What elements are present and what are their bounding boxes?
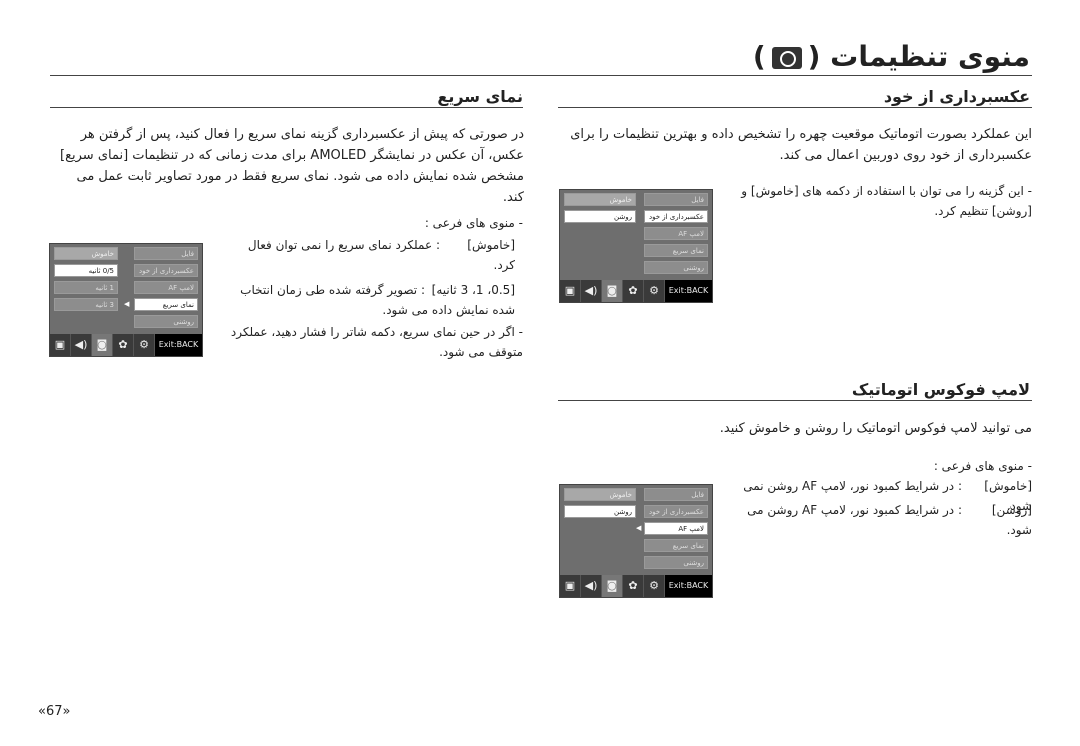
- title-divider: [50, 75, 1032, 76]
- camera-settings-icon[interactable]: ◙: [602, 575, 623, 597]
- divider: [558, 107, 1032, 108]
- display-icon[interactable]: ▣: [560, 280, 581, 302]
- page-title: منوی تنظیمات (): [753, 40, 1030, 73]
- exit-back-label[interactable]: Exit:BACK: [155, 334, 202, 356]
- sub-option[interactable]: خاموش: [54, 247, 118, 260]
- qv-submenu-label: - منوی های فرعی :: [424, 216, 523, 230]
- menu-item[interactable]: لامپ AF: [644, 227, 708, 240]
- menu-item[interactable]: نمای سریع: [644, 244, 708, 257]
- option-key: [خاموش]: [467, 238, 515, 252]
- menu-item[interactable]: عکسبرداری از خود: [644, 505, 708, 518]
- manual-page: { "page_title":"منوی تنظیمات (", "page_t…: [0, 0, 1080, 746]
- sub-option[interactable]: خاموش: [564, 193, 636, 206]
- option-key: [روشن]: [991, 503, 1032, 517]
- exit-back-label[interactable]: Exit:BACK: [665, 280, 712, 302]
- quick-view-note: - اگر در حین نمای سریع، دکمه شاتر را فشا…: [230, 325, 523, 359]
- gear-icon[interactable]: ⚙: [644, 280, 665, 302]
- qv-option-off: [خاموش]: عملکرد نمای سریع را نمی توان فع…: [225, 235, 515, 275]
- page-title-close: ): [752, 40, 766, 73]
- exit-back-label[interactable]: Exit:BACK: [665, 575, 712, 597]
- sound-icon[interactable]: ◀): [71, 334, 92, 356]
- effects-icon[interactable]: ✿: [623, 280, 644, 302]
- menu-item[interactable]: فایل: [644, 193, 708, 206]
- menu-item[interactable]: نمای سریع: [644, 539, 708, 552]
- effects-icon[interactable]: ✿: [623, 575, 644, 597]
- self-portrait-body: این عملکرد بصورت اتوماتیک موقعیت چهره را…: [570, 127, 1032, 163]
- sound-icon[interactable]: ◀): [581, 575, 602, 597]
- menu-item-selected[interactable]: عکسبرداری از خود: [644, 210, 708, 223]
- sub-option[interactable]: 1 ثانیه: [54, 281, 118, 294]
- af-submenu-label: - منوی های فرعی :: [933, 459, 1032, 473]
- menu-item[interactable]: روشنی: [644, 556, 708, 569]
- menu-item[interactable]: روشنی: [134, 315, 198, 328]
- camera-screen-af-lamp: خاموش روشن فایل عکسبرداری از خود ◀ لامپ …: [559, 484, 713, 598]
- menu-item[interactable]: روشنی: [644, 261, 708, 274]
- heading-quick-view: نمای سریع: [437, 87, 523, 106]
- menu-item[interactable]: فایل: [134, 247, 198, 260]
- camera-settings-icon: [771, 47, 802, 69]
- af-lamp-body: می توانید لامپ فوکوس اتوماتیک را روشن و …: [719, 421, 1032, 436]
- sub-option[interactable]: 3 ثانیه: [54, 298, 118, 311]
- camera-settings-icon[interactable]: ◙: [92, 334, 113, 356]
- screen-tab-bar: ▣ ◀) ◙ ✿ ⚙ Exit:BACK: [560, 280, 712, 302]
- screen-tab-bar: ▣ ◀) ◙ ✿ ⚙ Exit:BACK: [50, 334, 202, 356]
- sub-option-selected[interactable]: 0/5 ثانیه: [54, 264, 118, 277]
- menu-item-selected[interactable]: لامپ AF: [644, 522, 708, 535]
- heading-af-lamp: لامپ فوکوس اتوماتیک: [851, 380, 1030, 399]
- display-icon[interactable]: ▣: [560, 575, 581, 597]
- menu-item[interactable]: فایل: [644, 488, 708, 501]
- gear-icon[interactable]: ⚙: [644, 575, 665, 597]
- pointer-arrow-icon: ◀: [124, 300, 130, 308]
- self-portrait-note: - این گزینه را می توان با استفاده از دکم…: [741, 184, 1032, 218]
- option-key: [0.5، 1، 3 ثانیه]: [431, 283, 515, 297]
- option-key: [خاموش]: [984, 479, 1032, 493]
- effects-icon[interactable]: ✿: [113, 334, 134, 356]
- menu-item[interactable]: لامپ AF: [134, 281, 198, 294]
- camera-screen-quick-view: خاموش 0/5 ثانیه 1 ثانیه 3 ثانیه فایل عکس…: [49, 243, 203, 357]
- display-icon[interactable]: ▣: [50, 334, 71, 356]
- pointer-arrow-icon: ◀: [636, 524, 642, 532]
- menu-item[interactable]: عکسبرداری از خود: [134, 264, 198, 277]
- menu-item-selected[interactable]: نمای سریع: [134, 298, 198, 311]
- camera-settings-icon[interactable]: ◙: [602, 280, 623, 302]
- qv-option-times: [0.5، 1، 3 ثانیه]: تصویر گرفته شده طی زم…: [225, 280, 515, 320]
- page-title-text: منوی تنظیمات (: [807, 40, 1030, 73]
- screen-tab-bar: ▣ ◀) ◙ ✿ ⚙ Exit:BACK: [560, 575, 712, 597]
- sub-option-selected[interactable]: روشن: [564, 505, 636, 518]
- camera-screen-self-portrait: خاموش روشن فایل عکسبرداری از خود لامپ AF…: [559, 189, 713, 303]
- divider: [50, 107, 523, 108]
- sub-option-selected[interactable]: روشن: [564, 210, 636, 223]
- page-number: «67»: [38, 704, 71, 719]
- af-option-on: [روشن]: در شرایط کمبود نور، لامپ AF روشن…: [732, 500, 1032, 540]
- heading-self-portrait: عکسبرداری از خود: [883, 87, 1030, 106]
- divider: [558, 400, 1032, 401]
- gear-icon[interactable]: ⚙: [134, 334, 155, 356]
- sound-icon[interactable]: ◀): [581, 280, 602, 302]
- quick-view-body: در صورتی که پیش از عکسبرداری گزینه نمای …: [60, 127, 524, 205]
- sub-option[interactable]: خاموش: [564, 488, 636, 501]
